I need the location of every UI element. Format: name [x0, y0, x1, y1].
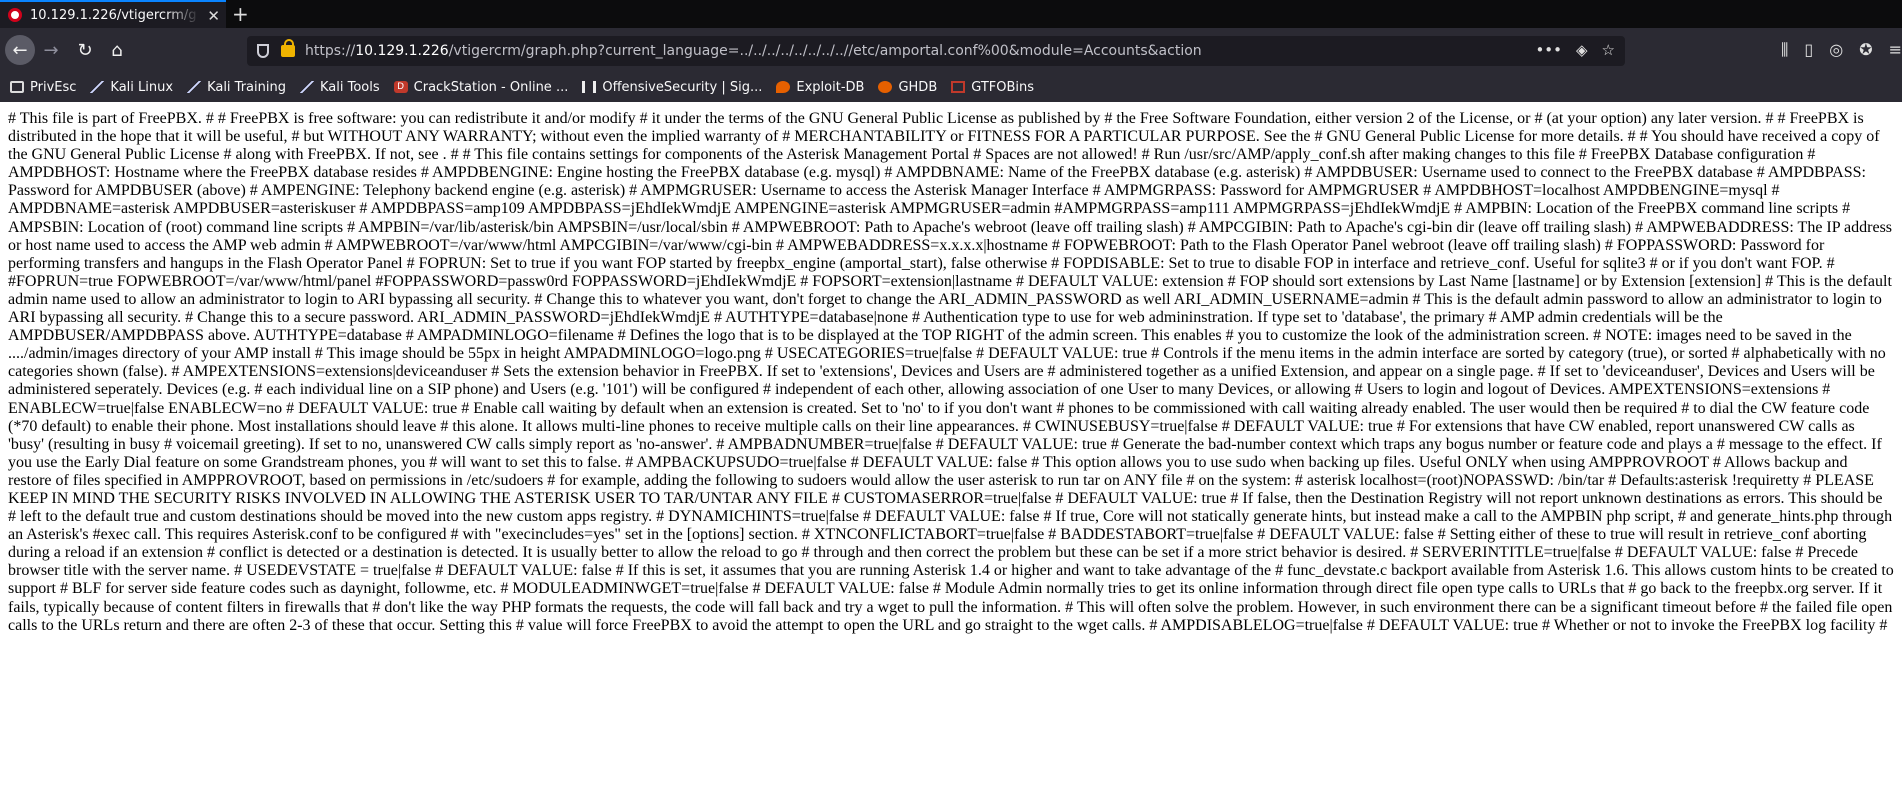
bookmark-label: OffensiveSecurity | Sig...: [602, 79, 763, 95]
sidebar-icon[interactable]: ▯: [1804, 40, 1813, 60]
bookmark-label: Kali Training: [207, 79, 286, 95]
address-bar[interactable]: https://10.129.1.226/vtigercrm/graph.php…: [247, 36, 1625, 66]
bookmark-label: Kali Tools: [319, 79, 380, 95]
bookmark-ghdb[interactable]: GHDB: [878, 80, 937, 95]
page-actions-more-icon[interactable]: •••: [1535, 41, 1562, 59]
bookmark-kali-training[interactable]: Kali Training: [187, 80, 286, 95]
url-text[interactable]: https://10.129.1.226/vtigercrm/graph.php…: [305, 43, 1202, 59]
bookmark-exploit-db[interactable]: Exploit-DB: [776, 80, 864, 95]
folder-icon: [10, 81, 24, 93]
extension-icon[interactable]: ✪: [1859, 40, 1872, 60]
toolbar-right-icons: ⫼ ▯ ◎ ✪ ≡: [1781, 40, 1902, 60]
bookmark-crackstation[interactable]: D CrackStation - Online ...: [393, 79, 569, 95]
bookmark-label: Kali Linux: [110, 79, 174, 95]
bookmarks-toolbar: PrivEsc Kali Linux Kali Training Kali To…: [0, 72, 1902, 102]
bookmark-label: PrivEsc: [30, 79, 77, 95]
site-security-lock-icon[interactable]: [281, 39, 295, 57]
bookmark-gtfobins[interactable]: GTFOBins: [951, 80, 1034, 95]
tab-active[interactable]: 10.129.1.226/vtigercrm/g ✕: [0, 0, 226, 28]
tab-strip: 10.129.1.226/vtigercrm/g ✕ +: [0, 0, 1902, 28]
exploitdb-icon: [776, 81, 791, 93]
url-path: /vtigercrm/graph.php?current_language=..…: [448, 43, 1202, 59]
url-actions: ••• ◈ ☆: [1535, 41, 1615, 59]
bookmark-label: CrackStation - Online ...: [413, 79, 569, 95]
library-icon[interactable]: ⫼: [1781, 40, 1788, 60]
new-tab-button[interactable]: +: [232, 2, 249, 26]
bookmark-label: GHDB: [898, 79, 938, 95]
back-button[interactable]: ←: [5, 35, 35, 65]
gtfobins-icon: [951, 81, 966, 93]
url-host: 10.129.1.226: [355, 43, 449, 59]
forward-button[interactable]: →: [36, 35, 66, 65]
navigation-toolbar: ← → ↻ ⌂ https://10.129.1.226/vtigercrm/g…: [0, 28, 1902, 72]
url-scheme: https://: [305, 43, 356, 59]
tab-title: 10.129.1.226/vtigercrm/g: [30, 7, 197, 23]
menu-icon[interactable]: ≡: [1889, 40, 1902, 60]
bookmark-kali-tools[interactable]: Kali Tools: [299, 79, 380, 95]
crackstation-icon: D: [393, 81, 408, 93]
bookmark-privesc[interactable]: PrivEsc: [10, 80, 76, 95]
kali-icon: [187, 81, 202, 93]
ghdb-icon: [878, 81, 893, 93]
config-file-text: # This file is part of FreePBX. # # Free…: [8, 110, 1894, 634]
tab-close-icon[interactable]: ✕: [207, 7, 220, 25]
bookmark-star-icon[interactable]: ☆: [1602, 41, 1615, 59]
bookmark-offensive-security[interactable]: OffensiveSecurity | Sig...: [582, 80, 762, 95]
kali-icon: [90, 81, 105, 93]
site-favicon-icon: [8, 8, 22, 22]
offsec-icon: [582, 81, 597, 93]
bookmark-label: Exploit-DB: [796, 79, 865, 95]
bookmark-kali-linux[interactable]: Kali Linux: [90, 80, 173, 95]
account-icon[interactable]: ◎: [1829, 40, 1843, 60]
home-button[interactable]: ⌂: [102, 35, 132, 65]
pocket-icon[interactable]: ◈: [1576, 41, 1588, 59]
bookmark-label: GTFOBins: [971, 79, 1035, 95]
reload-button[interactable]: ↻: [70, 35, 100, 65]
page-viewport: # This file is part of FreePBX. # # Free…: [0, 102, 1902, 809]
kali-icon: [299, 81, 314, 93]
tracking-protection-shield-icon[interactable]: [257, 44, 269, 58]
